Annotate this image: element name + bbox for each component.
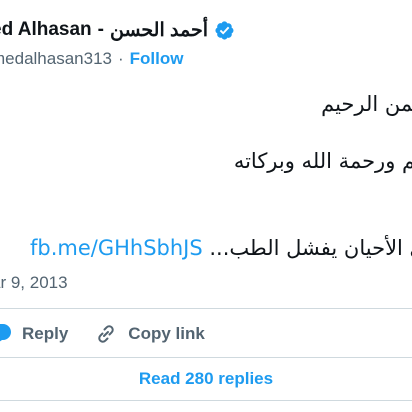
tweet-link[interactable]: fb.me/GHhSbhJS [30,236,203,260]
tweet-actions: Reply Copy link [0,318,205,350]
tweet-text-line-2: كم ورحمة الله وبركاته [233,149,412,173]
divider-footer [0,400,412,401]
author-name-separator: - [97,19,104,40]
author-display-name-ar[interactable]: أحمد الحسن [110,19,208,42]
tweet-timestamp[interactable]: ar 9, 2013 [0,273,68,293]
divider-top [0,308,412,309]
handle-separator: · [117,49,124,68]
read-replies-label: Read 280 replies [138,369,274,388]
reply-button[interactable]: Reply [0,322,68,346]
verified-badge-icon [215,20,234,40]
follow-button[interactable]: Follow [130,49,184,69]
author-display-name-en[interactable]: ed Alhasan [0,19,92,41]
author-name-row[interactable]: ed Alhasan - أحمد الحسن [0,14,235,46]
copy-link-button[interactable]: Copy link [94,322,205,346]
link-chain-icon [98,325,115,343]
reply-bubble-icon [0,324,11,342]
read-replies-button[interactable]: Read 280 replies [0,362,412,396]
tweet-text-line-1: حمن الرحيم [321,92,412,116]
author-handle[interactable]: medalhasan313 [0,49,112,69]
handle-row: medalhasan313 · Follow [0,46,183,72]
reply-label: Reply [22,324,69,343]
divider-bottom [0,357,412,358]
tweet-text-snippet: ي الأحيان يفشل الطب... [209,236,412,260]
tweet-text-line-4: ي الأحيان يفشل الطب... fb.me/GHhSbhJS [30,236,412,260]
copy-link-label: Copy link [128,324,205,343]
